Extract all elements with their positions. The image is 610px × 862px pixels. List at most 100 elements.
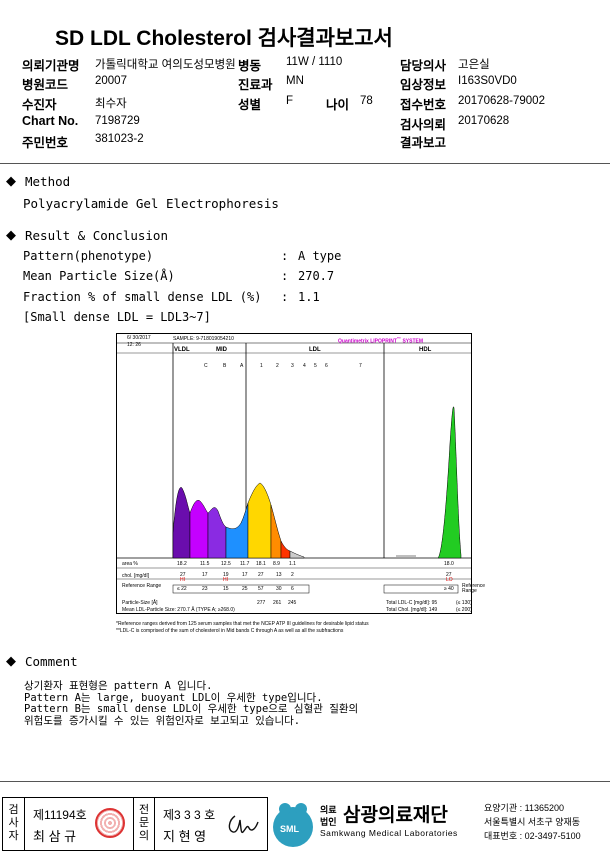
ref-value: 15	[223, 586, 229, 592]
particle-size-value: 277	[257, 600, 266, 606]
age-label: 나이	[326, 98, 350, 112]
band-hdl-label: HDL	[419, 347, 432, 353]
result-label: Pattern(phenotype)	[23, 249, 154, 263]
diamond-bullet-icon: ◆	[6, 173, 16, 188]
ldl-subfraction-label: 3	[291, 363, 294, 369]
result-sep: :	[281, 269, 289, 283]
org-name: 삼광의료재단	[343, 805, 448, 826]
chart-brand: Quantimetrix LIPOPRINT™ SYSTEM	[338, 336, 423, 345]
chart-footnote: *Reference ranges derived from 125 serum…	[116, 621, 369, 627]
doctor-value: 고은실	[458, 59, 490, 71]
report-label: 결과보고	[400, 136, 447, 150]
comment-line: 상기환자 표현형은 pattern A 입니다.	[24, 680, 213, 692]
ref-value: 57	[258, 586, 264, 592]
chart-time: 12: 26	[127, 342, 141, 348]
comment-body: 상기환자 표현형은 pattern A 입니다. Pattern A는 larg…	[24, 680, 358, 727]
org-address: 서울특별시 서초구 양재동	[484, 817, 581, 827]
org-phone: 대표번호 : 02-3497-5100	[484, 831, 581, 841]
ldl-subfraction-label: 4	[303, 363, 306, 369]
hi-flag: HI	[223, 577, 228, 583]
inspector-label-char: 사	[8, 817, 19, 829]
report-title: SD LDL Cholesterol 검사결과보고서	[55, 27, 393, 50]
lipoprint-chart: 6/ 30/2017 12: 26 SAMPLE: 9-718019054210…	[116, 333, 485, 638]
doctor-label: 담당의사	[400, 59, 447, 73]
chart-sample: SAMPLE: 9-718019054210	[173, 336, 234, 342]
diamond-bullet-icon: ◆	[6, 227, 16, 242]
mean-size-label: Mean LDL-Particle Size: 270.7 Å (TYPE A;…	[122, 607, 235, 613]
area-value: 12.5	[221, 561, 231, 567]
ref-value: 25	[242, 586, 248, 592]
band-mid-label: MID	[216, 347, 227, 353]
particle-size-label: Particle-Size [Å]	[122, 600, 158, 606]
dept-value: MN	[286, 75, 304, 87]
mid-label: A	[240, 363, 244, 369]
chol-value: 17	[242, 572, 248, 578]
band-vldl-label: VLDL	[174, 347, 190, 353]
resident-value: 381023-2	[95, 133, 144, 145]
request-label: 검사의뢰	[400, 118, 447, 132]
inspector-label: 검 사 자	[3, 798, 25, 850]
mid-label: C	[204, 363, 208, 369]
lo-flag: LO	[446, 577, 453, 583]
sex-value: F	[286, 95, 294, 107]
reviewer-label-char: 전	[138, 804, 150, 816]
row-label-area: area %	[122, 561, 138, 567]
result-value: 270.7	[298, 269, 335, 283]
ref-value: 23	[202, 586, 208, 592]
ward-label: 병동	[238, 59, 262, 73]
clinical-info-label: 임상정보	[400, 78, 447, 92]
total-chol-ref: (≤ 200)	[456, 607, 472, 613]
hi-flag: HI	[180, 577, 185, 583]
total-ldl-label: Total LDL-C [mg/dl]: 95	[386, 600, 438, 606]
ldl-subfraction-label: 6	[325, 363, 328, 369]
chart-no-label: Chart No.	[22, 114, 79, 128]
reviewer-no: 제3 3 3 호	[163, 808, 216, 822]
chart-no-value: 7198729	[95, 115, 140, 127]
result-label: Mean Particle Size(Å)	[23, 269, 175, 283]
receipt-value: 20170628-79002	[458, 95, 545, 107]
area-value: 18.0	[444, 561, 454, 567]
mid-label: B	[223, 363, 227, 369]
signature-box: 검 사 자 제11194호 최 삼 규 전 문 의 제3 3 3 호 지 현 영	[2, 797, 268, 851]
chol-value: 17	[202, 572, 208, 578]
inspector-no: 제11194호	[33, 808, 87, 822]
org-prefix-bottom: 법인	[320, 817, 337, 827]
comment-line: 위험도를 증가시킬 수 있는 위험인자로 보고되고 있습니다.	[24, 714, 301, 727]
ldl-subfraction-label: 2	[276, 363, 279, 369]
lipoprint-chart-svg	[116, 333, 472, 614]
reviewer-label-char: 문	[138, 817, 150, 829]
signature-icon	[228, 815, 259, 834]
particle-size-value: 261	[273, 600, 282, 606]
footer-divider	[0, 781, 610, 782]
hospital-code-value: 20007	[95, 75, 127, 87]
sml-logo: SML	[270, 800, 316, 850]
chol-value: 13	[276, 572, 282, 578]
ref-value: 30	[276, 586, 282, 592]
ref-value: ≤ 22	[177, 586, 187, 592]
result-sep: :	[281, 249, 289, 263]
age-value: 78	[360, 95, 373, 107]
ldl-subfraction-label: 7	[359, 363, 362, 369]
ward-value: 11W / 1110	[286, 56, 343, 68]
seal-stamp-icon	[95, 808, 125, 838]
reviewer-name: 지 현 영	[163, 829, 207, 844]
result-note: [Small dense LDL = LDL3~7]	[23, 310, 211, 324]
method-text: Polyacrylamide Gel Electrophoresis	[23, 196, 279, 211]
result-sep: :	[281, 290, 289, 304]
total-chol-label: Total Chol. [mg/dl]: 149	[386, 607, 438, 613]
row-label-chol: chol. [mg/dl]	[122, 573, 149, 579]
org-code: 요양기관 : 11365200	[484, 803, 564, 813]
sml-logo-text: SML	[280, 824, 299, 834]
comment-heading: Comment	[25, 654, 78, 669]
area-value: 1.1	[289, 561, 296, 567]
sex-label: 성별	[238, 98, 262, 112]
diamond-bullet-icon: ◆	[6, 653, 16, 668]
particle-size-value: 245	[288, 600, 297, 606]
institution-value: 가톨릭대학교 여의도성모병원	[95, 59, 236, 71]
reviewer-label: 전 문 의	[133, 798, 155, 850]
area-value: 18.1	[256, 561, 266, 567]
area-value: 11.5	[200, 561, 210, 567]
total-ldl-ref: (≤ 130)	[456, 600, 472, 606]
reviewer-label-char: 의	[138, 830, 150, 842]
patient-value: 최수자	[95, 98, 127, 110]
